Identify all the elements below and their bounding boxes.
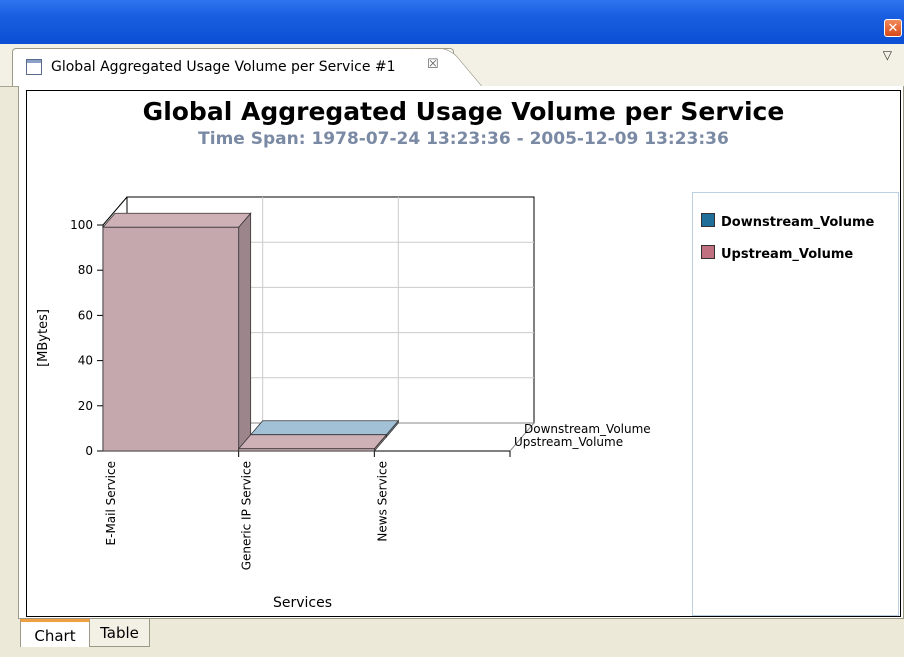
bar-top bbox=[102, 212, 252, 228]
bar-side bbox=[238, 212, 252, 453]
tab-table[interactable]: Table bbox=[90, 619, 150, 647]
y-tick-label: 80 bbox=[78, 263, 93, 277]
series-label-upstream: Upstream_Volume bbox=[514, 435, 623, 449]
chart-plot: 0 20 40 60 80 100 [MBytes] E-Mail Service Generi… bbox=[36, 196, 651, 611]
window-titlebar: ✕ bbox=[0, 0, 904, 44]
view-menu-icon[interactable]: ▽ bbox=[883, 48, 892, 62]
y-tick-label: 0 bbox=[85, 444, 93, 458]
legend-item-downstream: Downstream_Volume bbox=[701, 213, 874, 231]
bar-top bbox=[249, 420, 400, 436]
tab-chart[interactable]: Chart bbox=[20, 619, 90, 647]
bar bbox=[238, 448, 375, 452]
close-window-button[interactable]: ✕ bbox=[884, 19, 902, 37]
legend-label-downstream: Downstream_Volume bbox=[721, 215, 875, 230]
x-tick-label: Generic IP Service bbox=[240, 461, 254, 570]
tab-chart-editor[interactable]: Global Aggregated Usage Volume per Servi… bbox=[12, 48, 454, 86]
chart-frame: Global Aggregated Usage Volume per Servi… bbox=[26, 90, 901, 617]
y-tick-label: 20 bbox=[78, 399, 93, 413]
y-tick-label: 40 bbox=[78, 354, 93, 368]
y-axis-label: [MBytes] bbox=[36, 309, 51, 367]
document-icon bbox=[26, 59, 42, 75]
y-tick-label: 100 bbox=[70, 218, 93, 232]
series-label-downstream: Downstream_Volume bbox=[524, 422, 651, 436]
x-tick-label: News Service bbox=[375, 461, 389, 542]
x-tick-label: E-Mail Service bbox=[104, 461, 118, 545]
editor-tabstrip: Global Aggregated Usage Volume per Servi… bbox=[0, 44, 904, 87]
legend-swatch-upstream bbox=[701, 245, 715, 259]
legend-label-upstream: Upstream_Volume bbox=[721, 247, 854, 262]
x-axis-label: Services bbox=[273, 595, 332, 611]
tab-label: Global Aggregated Usage Volume per Servi… bbox=[51, 59, 396, 75]
legend-item-upstream: Upstream_Volume bbox=[701, 245, 853, 263]
y-tick-label: 60 bbox=[78, 308, 93, 322]
bar bbox=[102, 226, 240, 452]
bottom-tab-bar: Chart Table bbox=[18, 618, 904, 657]
bar-top bbox=[237, 434, 388, 450]
chart-legend: Downstream_Volume Upstream_Volume bbox=[692, 192, 899, 616]
close-tab-icon[interactable]: ☒ bbox=[427, 57, 439, 72]
legend-swatch-downstream bbox=[701, 213, 715, 227]
